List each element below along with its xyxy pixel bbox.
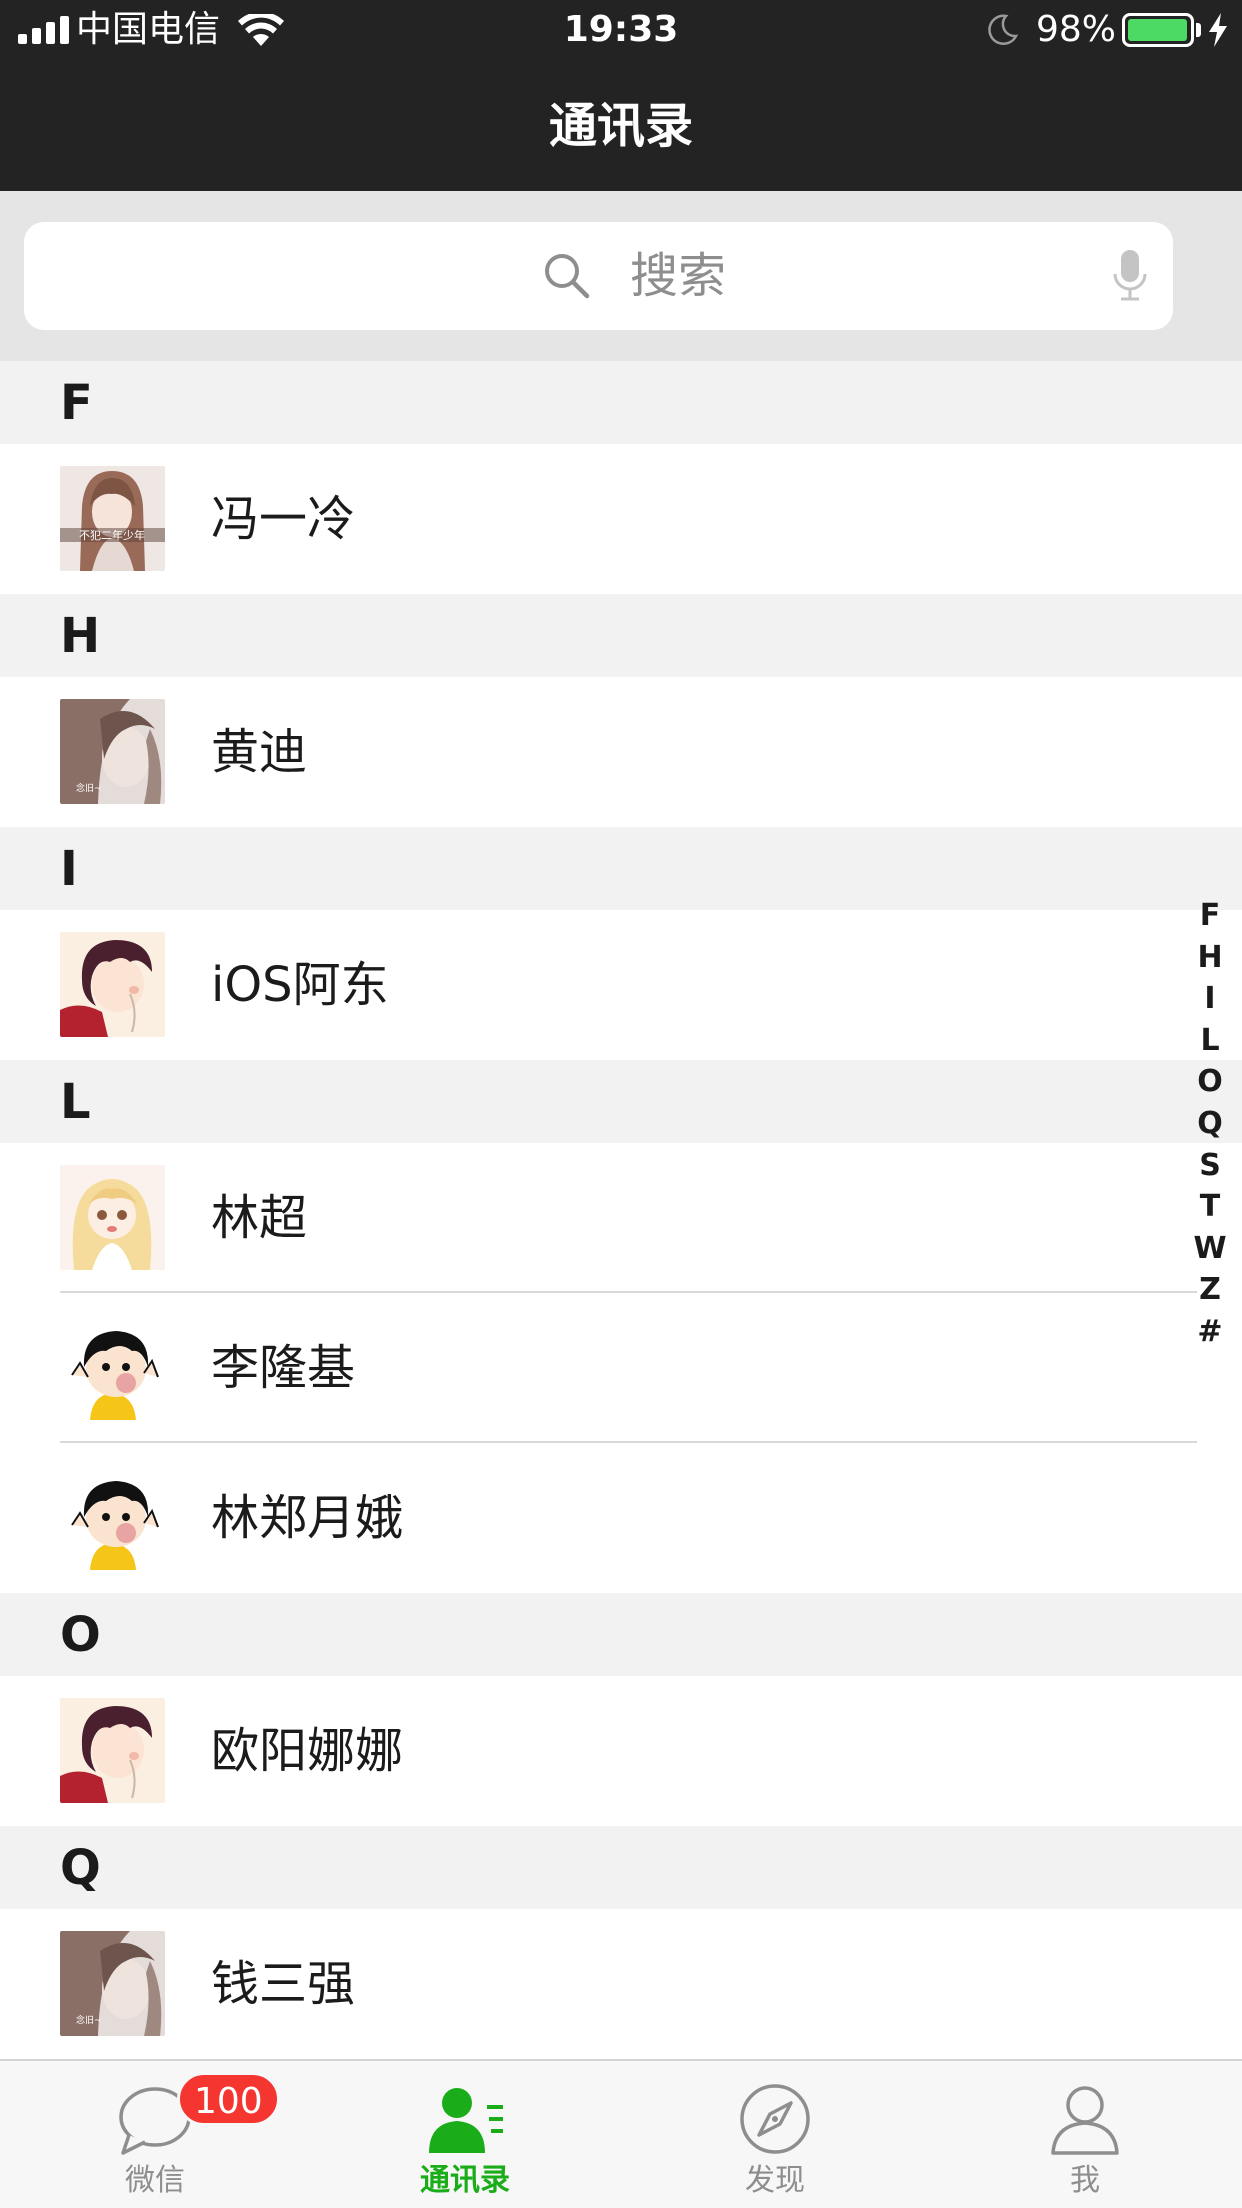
unread-badge: 100	[177, 2072, 280, 2126]
section-letter: L	[60, 1074, 91, 1130]
contact-row[interactable]: 林郑月娥	[0, 1443, 1242, 1593]
page-title: 通讯录	[548, 98, 693, 154]
index-letter-t[interactable]: T	[1190, 1186, 1230, 1228]
avatar-cartoon-kid	[60, 1315, 165, 1420]
battery-level-fill	[1128, 19, 1187, 41]
section-letter: F	[60, 375, 93, 431]
avatar-girl-photo: 不犯二年少年	[60, 466, 165, 571]
battery-tip	[1196, 23, 1201, 37]
tab-chats[interactable]: 100 微信	[0, 2061, 310, 2208]
svg-text:不犯二年少年: 不犯二年少年	[79, 528, 145, 542]
contact-list: F 不犯二年少年 冯一冷 H 念旧~ 黄迪 I iOS阿东 L 林超 李隆基 林…	[0, 361, 1242, 2059]
contact-name: 黄迪	[211, 724, 308, 780]
contact-name: 冯一冷	[211, 491, 356, 547]
tab-label: 发现	[745, 2163, 805, 2198]
do-not-disturb-moon-icon	[988, 14, 1018, 46]
section-header-q: Q	[0, 1826, 1242, 1909]
search-input[interactable]: 搜索	[24, 222, 1173, 330]
tab-bar: 100 微信 通讯录 发现 我	[0, 2059, 1242, 2208]
section-header-l: L	[0, 1060, 1242, 1143]
avatar-cartoon-kid	[60, 1465, 165, 1570]
index-letter-z[interactable]: Z	[1190, 1269, 1230, 1311]
search-placeholder: 搜索	[630, 248, 727, 304]
tab-contacts[interactable]: 通讯录	[310, 2061, 620, 2208]
section-header-i: I	[0, 827, 1242, 910]
contact-row[interactable]: 不犯二年少年 冯一冷	[0, 444, 1242, 594]
svg-text:念旧~: 念旧~	[76, 782, 102, 794]
index-letter-q[interactable]: Q	[1190, 1103, 1230, 1145]
tab-label: 通讯录	[420, 2163, 510, 2198]
contacts-screen: 中国电信 19:33 98% 通讯录 搜索 F 不犯二年少年 冯一冷 H 念旧~…	[0, 0, 1242, 2208]
microphone-icon[interactable]	[1110, 248, 1150, 304]
contact-name: 欧阳娜娜	[211, 1723, 404, 1779]
contact-row[interactable]: 念旧~ 黄迪	[0, 677, 1242, 827]
section-header-f: F	[0, 361, 1242, 444]
avatar-anime-boy	[60, 1698, 165, 1803]
contact-row[interactable]: iOS阿东	[0, 910, 1242, 1060]
section-letter: O	[60, 1607, 101, 1663]
charging-bolt-icon	[1209, 13, 1227, 47]
contact-row[interactable]: 林超	[0, 1143, 1242, 1293]
section-letter: H	[60, 608, 101, 664]
contact-name: 钱三强	[211, 1956, 356, 2012]
index-letter-o[interactable]: O	[1190, 1061, 1230, 1103]
contact-name: 李隆基	[211, 1340, 356, 1396]
top-bar: 中国电信 19:33 98% 通讯录	[0, 0, 1242, 191]
search-area: 搜索	[0, 191, 1242, 361]
alphabet-index-bar[interactable]: F H I L O Q S T W Z #	[1190, 895, 1230, 1353]
index-letter-l[interactable]: L	[1190, 1020, 1230, 1062]
svg-text:念旧~: 念旧~	[76, 2014, 102, 2026]
contact-row[interactable]: 欧阳娜娜	[0, 1676, 1242, 1826]
index-letter-w[interactable]: W	[1190, 1228, 1230, 1270]
section-header-o: O	[0, 1593, 1242, 1676]
section-letter: Q	[60, 1840, 101, 1896]
index-letter-i[interactable]: I	[1190, 978, 1230, 1020]
index-letter-s[interactable]: S	[1190, 1145, 1230, 1187]
battery-icon	[1122, 13, 1194, 47]
status-bar: 中国电信 19:33 98%	[0, 0, 1242, 62]
section-header-h: H	[0, 594, 1242, 677]
contact-name: iOS阿东	[211, 957, 389, 1013]
contact-row[interactable]: 念旧~ 钱三强	[0, 1909, 1242, 2059]
avatar-anime-boy	[60, 932, 165, 1037]
contact-row[interactable]: 李隆基	[0, 1293, 1242, 1443]
index-letter-f[interactable]: F	[1190, 895, 1230, 937]
avatar-anime-girl	[60, 1165, 165, 1270]
index-letter-hash[interactable]: #	[1190, 1311, 1230, 1353]
search-icon	[545, 254, 590, 299]
compass-icon	[740, 2084, 810, 2154]
avatar-girl-sketch: 念旧~	[60, 1931, 165, 2036]
section-letter: I	[60, 841, 78, 897]
person-icon	[1051, 2086, 1119, 2155]
contact-name: 林超	[211, 1190, 308, 1246]
tab-discover[interactable]: 发现	[620, 2061, 930, 2208]
index-letter-h[interactable]: H	[1190, 937, 1230, 979]
tab-label: 微信	[125, 2163, 185, 2198]
tab-me[interactable]: 我	[930, 2061, 1240, 2208]
contacts-icon	[429, 2088, 503, 2153]
tab-label: 我	[1070, 2163, 1100, 2198]
avatar-girl-sketch: 念旧~	[60, 699, 165, 804]
contact-name: 林郑月娥	[211, 1490, 404, 1546]
battery-percent: 98%	[1036, 9, 1117, 50]
